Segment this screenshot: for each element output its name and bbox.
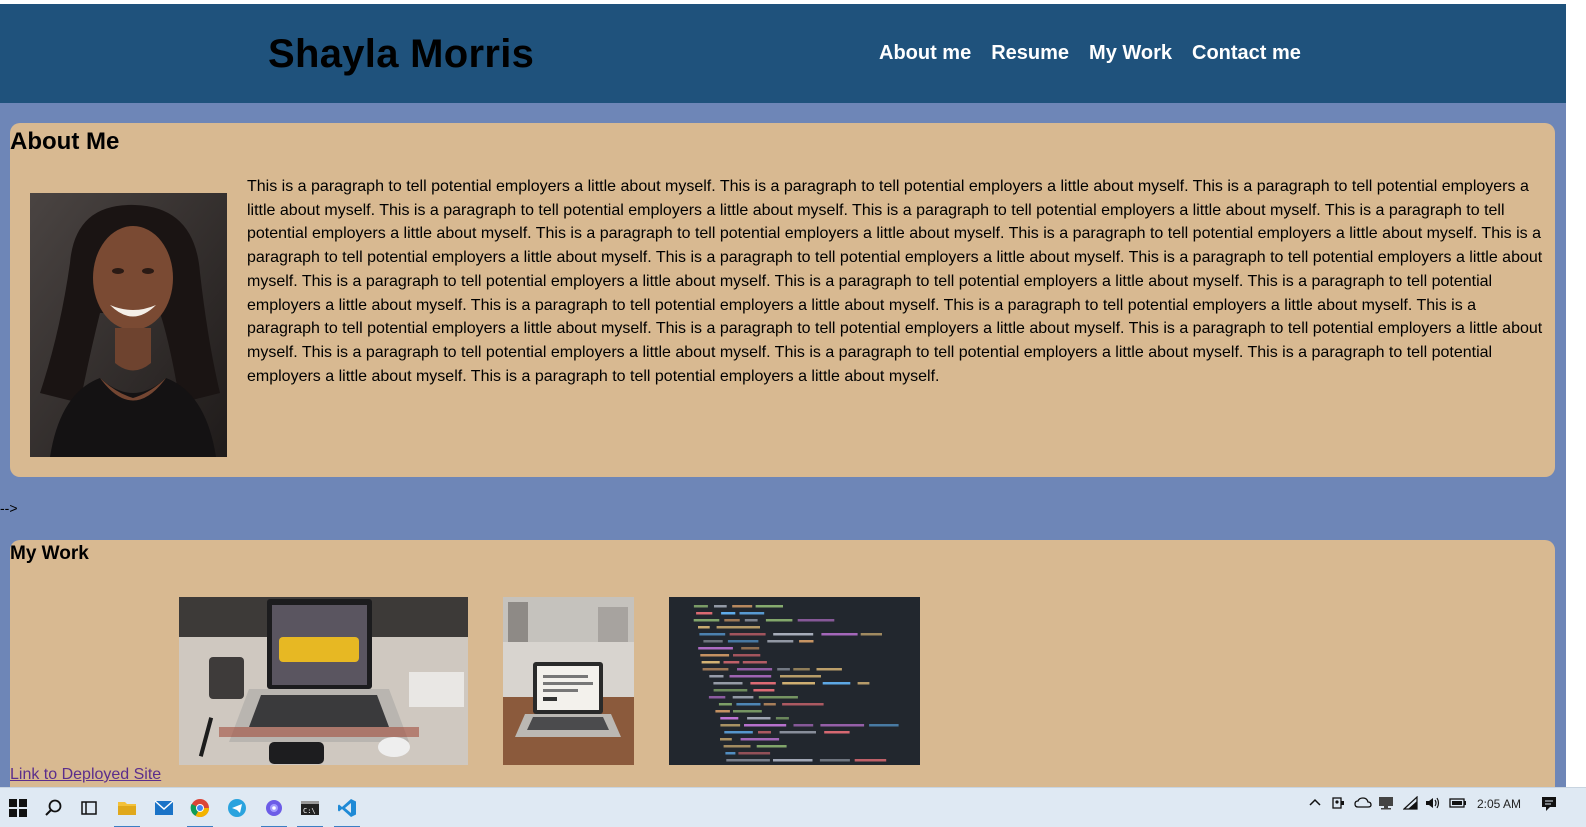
svg-text:C:\: C:\ [303,807,316,815]
meet-now-icon[interactable] [1331,796,1345,813]
onedrive-icon[interactable] [1354,796,1372,813]
nav-about-link[interactable]: About me [879,42,971,65]
telegram-icon[interactable] [223,794,251,822]
my-work-heading: My Work [10,543,89,564]
profile-photo [30,193,227,457]
nav-contact-link[interactable]: Contact me [1192,42,1301,65]
window-edge [1566,0,1586,787]
project-thumbnail-code-screen[interactable] [669,597,920,765]
volume-icon[interactable] [1425,796,1441,813]
chrome-icon[interactable] [186,794,214,827]
search-icon[interactable] [40,794,68,822]
about-paragraph: This is a paragraph to tell potential em… [247,178,1543,385]
task-view-icon[interactable] [75,794,103,822]
deployed-site-link[interactable]: Link to Deployed Site [10,766,161,784]
browser-viewport: Shayla Morris About me Resume My Work Co… [0,0,1566,787]
notification-icon[interactable] [1541,796,1557,815]
nav-resume-link[interactable]: Resume [991,42,1069,65]
main-nav: About me Resume My Work Contact me [879,42,1301,65]
terminal-icon[interactable]: C:\ [296,794,324,827]
app-icon[interactable] [260,794,288,827]
site-title: Shayla Morris [268,32,535,76]
nav-my-work-link[interactable]: My Work [1089,42,1172,65]
display-icon[interactable] [1378,796,1394,813]
stray-comment-text: --> [0,500,18,516]
project-thumbnail-laptop-cafe[interactable] [503,597,634,765]
wifi-icon[interactable] [1402,795,1419,813]
project-thumbnail-laptop-desk[interactable] [179,597,468,765]
vscode-icon[interactable] [333,794,361,827]
site-header: Shayla Morris About me Resume My Work Co… [0,4,1566,103]
windows-taskbar: C:\ 2:05 AM [0,787,1586,827]
about-heading: About Me [10,128,120,155]
chevron-up-icon[interactable] [1308,796,1322,813]
my-work-section: My Work Link to Deployed Site [10,540,1555,787]
mail-icon[interactable] [150,794,178,822]
windows-start-icon[interactable] [4,794,32,822]
about-section: About Me This is a paragraph to tell pot… [10,123,1555,477]
file-explorer-icon[interactable] [113,794,141,827]
battery-icon[interactable] [1449,796,1467,813]
taskbar-clock[interactable]: 2:05 AM [1477,797,1521,811]
